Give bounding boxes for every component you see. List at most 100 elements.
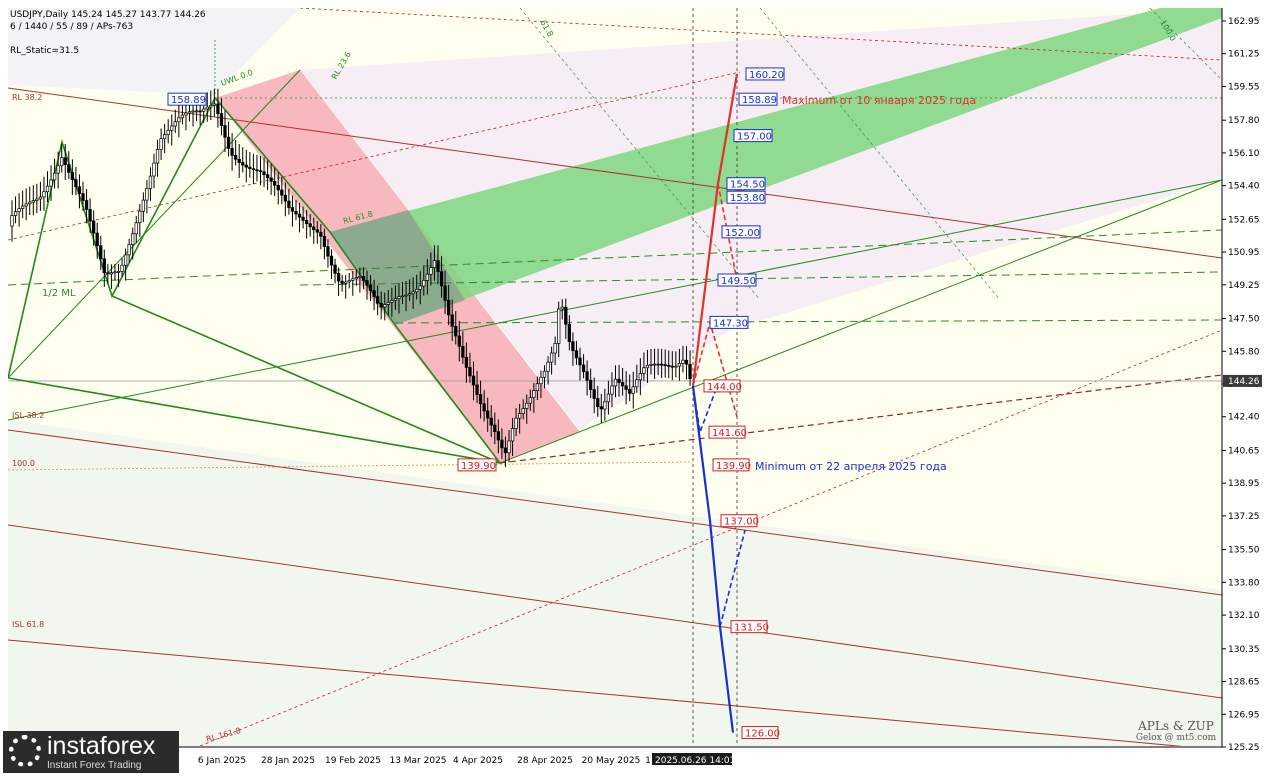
logo-name: instaforex	[47, 732, 156, 760]
candle-body	[280, 189, 284, 196]
candle-body	[297, 213, 302, 218]
candle-body	[376, 296, 380, 304]
candle-body	[429, 267, 433, 275]
candle-body	[312, 226, 316, 231]
candle-body	[574, 350, 579, 359]
candle-body	[74, 179, 78, 188]
candle-body	[507, 440, 511, 454]
candle-body	[116, 271, 121, 273]
price-tick-label: 137.25	[1228, 512, 1260, 522]
price-tick-label: 128.65	[1228, 678, 1260, 688]
candle-body	[624, 385, 628, 390]
candle-body	[464, 356, 469, 368]
candle-body	[131, 233, 135, 245]
candle-body	[439, 271, 444, 287]
candle-body	[443, 285, 447, 301]
candle-body	[486, 410, 490, 419]
candle-body	[333, 264, 337, 274]
candle-body	[49, 179, 53, 187]
candle-body	[191, 110, 195, 113]
candle-body	[301, 216, 305, 221]
candle-body	[60, 157, 64, 167]
candle-body	[283, 194, 287, 202]
candle-body	[539, 376, 543, 385]
candle-body	[546, 361, 550, 372]
candle-body	[10, 215, 14, 227]
candle-body	[645, 364, 650, 369]
time-tick-label: 6 Jan 2025	[198, 756, 246, 766]
candle-body	[329, 255, 334, 266]
price-tick-label: 149.25	[1228, 281, 1260, 291]
candle-body	[397, 296, 401, 299]
candle-body	[610, 385, 614, 395]
time-tick-label: 4 Apr 2025	[453, 756, 503, 766]
candle-body	[294, 210, 298, 215]
level-down-label: 131.50	[734, 623, 769, 634]
author-brand: APLs & ZUP Gelox @ mt5.com	[1128, 719, 1224, 743]
logo-tagline: Instant Forex Trading	[47, 760, 142, 771]
level-down-label: 126.00	[745, 729, 780, 740]
candle-body	[436, 260, 440, 272]
candle-body	[684, 359, 689, 365]
price-axis: 162.95 161.25 159.55 157.80 156.10 154.40 152.…	[1221, 8, 1262, 753]
price-tick-label: 147.50	[1228, 315, 1260, 325]
candle-body	[581, 364, 586, 373]
candle-body	[237, 158, 241, 163]
price-chart[interactable]: 147.30 149.50 152.00 153.80 154.50 157.00 158.…	[0, 0, 1269, 776]
candle-body	[163, 134, 167, 140]
settings-header: 6 / 1440 / 55 / 89 / APs-763	[10, 22, 134, 32]
candle-body	[344, 281, 348, 284]
candle-body	[592, 389, 596, 399]
candle-body	[407, 293, 412, 296]
candle-body	[84, 200, 89, 210]
candle-body	[418, 285, 422, 290]
candle-body	[219, 113, 224, 126]
candle-body	[393, 298, 398, 301]
candle-body	[28, 201, 32, 205]
candle-body	[258, 170, 263, 173]
time-tick-label: 20 May 2025	[582, 756, 641, 766]
candle-body	[244, 164, 248, 168]
price-tick-label: 157.80	[1228, 116, 1260, 126]
candle-body	[95, 232, 99, 246]
candle-body	[532, 390, 536, 399]
candle-body	[557, 308, 561, 344]
candle-body	[553, 343, 557, 354]
candle-body	[305, 220, 309, 225]
candle-body	[187, 111, 192, 114]
candle-body	[152, 162, 156, 177]
candle-body	[642, 367, 646, 374]
candle-body	[521, 408, 525, 414]
candle-body	[400, 295, 405, 298]
candle-body	[209, 105, 213, 108]
price-tick-label: 142.40	[1228, 413, 1260, 423]
candle-body	[677, 363, 682, 367]
candle-body	[109, 272, 114, 275]
min-annotation: Minimum от 22 апреля 2025 года	[755, 460, 947, 473]
candle-body	[67, 164, 71, 173]
candle-body	[322, 235, 327, 247]
time-tick-label: 1	[645, 756, 651, 766]
candle-body	[269, 177, 273, 182]
instaforex-logo: instaforex Instant Forex Trading	[3, 731, 179, 773]
candle-body	[138, 210, 142, 224]
candle-body	[21, 205, 25, 209]
candle-body	[514, 417, 518, 429]
price-tick-label: 159.55	[1228, 82, 1260, 92]
candle-body	[606, 393, 611, 403]
fib-label: ISL 38.2	[12, 411, 44, 420]
candle-body	[585, 371, 589, 381]
candle-body	[17, 208, 21, 213]
candle-body	[567, 323, 571, 343]
candle-body	[631, 386, 635, 394]
candle-body	[628, 389, 632, 394]
candle-body	[216, 103, 220, 114]
candle-body	[422, 280, 426, 287]
candle-body	[450, 314, 454, 327]
current-price-label: 144.26	[1228, 377, 1260, 387]
level-down-label: 137.00	[724, 517, 759, 528]
candle-body	[635, 379, 639, 388]
candle-body	[315, 229, 319, 233]
time-tick-label: 13 Mar 2025	[389, 756, 446, 766]
candle-body	[170, 125, 174, 131]
